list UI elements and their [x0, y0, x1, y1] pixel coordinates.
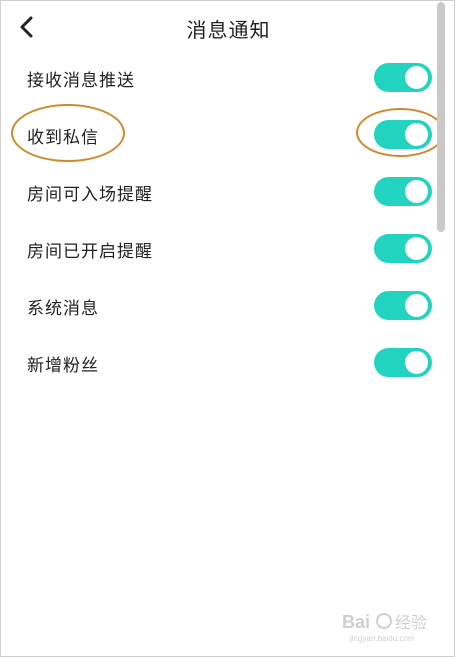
private-message-toggle[interactable]: [374, 120, 432, 149]
toggle-knob: [405, 294, 428, 317]
toggle-knob: [405, 351, 428, 374]
setting-label: 房间已开启提醒: [27, 242, 153, 262]
setting-label: 系统消息: [27, 299, 99, 319]
setting-row-room-opened: 房间已开启提醒: [0, 221, 457, 278]
room-opened-toggle[interactable]: [374, 234, 432, 263]
watermark-logo: Bai 经验 jingyan.baidu.com: [340, 604, 440, 644]
setting-row-push: 接收消息推送: [0, 50, 457, 107]
setting-row-room-entry: 房间可入场提醒: [0, 164, 457, 221]
toggle-knob: [405, 180, 428, 203]
system-message-toggle[interactable]: [374, 291, 432, 320]
toggle-knob: [405, 237, 428, 260]
setting-label: 收到私信: [27, 128, 99, 148]
setting-row-new-fans: 新增粉丝: [0, 335, 457, 392]
navigation-bar: 消息通知: [0, 0, 457, 56]
setting-label: 接收消息推送: [27, 71, 135, 91]
toggle-knob: [405, 66, 428, 89]
toggle-knob: [405, 123, 428, 146]
new-fans-toggle[interactable]: [374, 348, 432, 377]
setting-label: 房间可入场提醒: [27, 185, 153, 205]
setting-label: 新增粉丝: [27, 356, 99, 376]
notification-settings-list: 接收消息推送 收到私信 房间可入场提醒 房间已开启提醒 系统消息 新增粉丝: [0, 50, 457, 392]
svg-text:jingyan.baidu.com: jingyan.baidu.com: [349, 634, 415, 643]
push-toggle[interactable]: [374, 63, 432, 92]
svg-text:Bai: Bai: [342, 612, 370, 632]
setting-row-private-message: 收到私信: [0, 107, 457, 164]
svg-text:经验: 经验: [395, 613, 427, 632]
room-entry-toggle[interactable]: [374, 177, 432, 206]
setting-row-system-message: 系统消息: [0, 278, 457, 335]
page-title: 消息通知: [186, 18, 271, 42]
scrollbar[interactable]: [437, 2, 445, 232]
